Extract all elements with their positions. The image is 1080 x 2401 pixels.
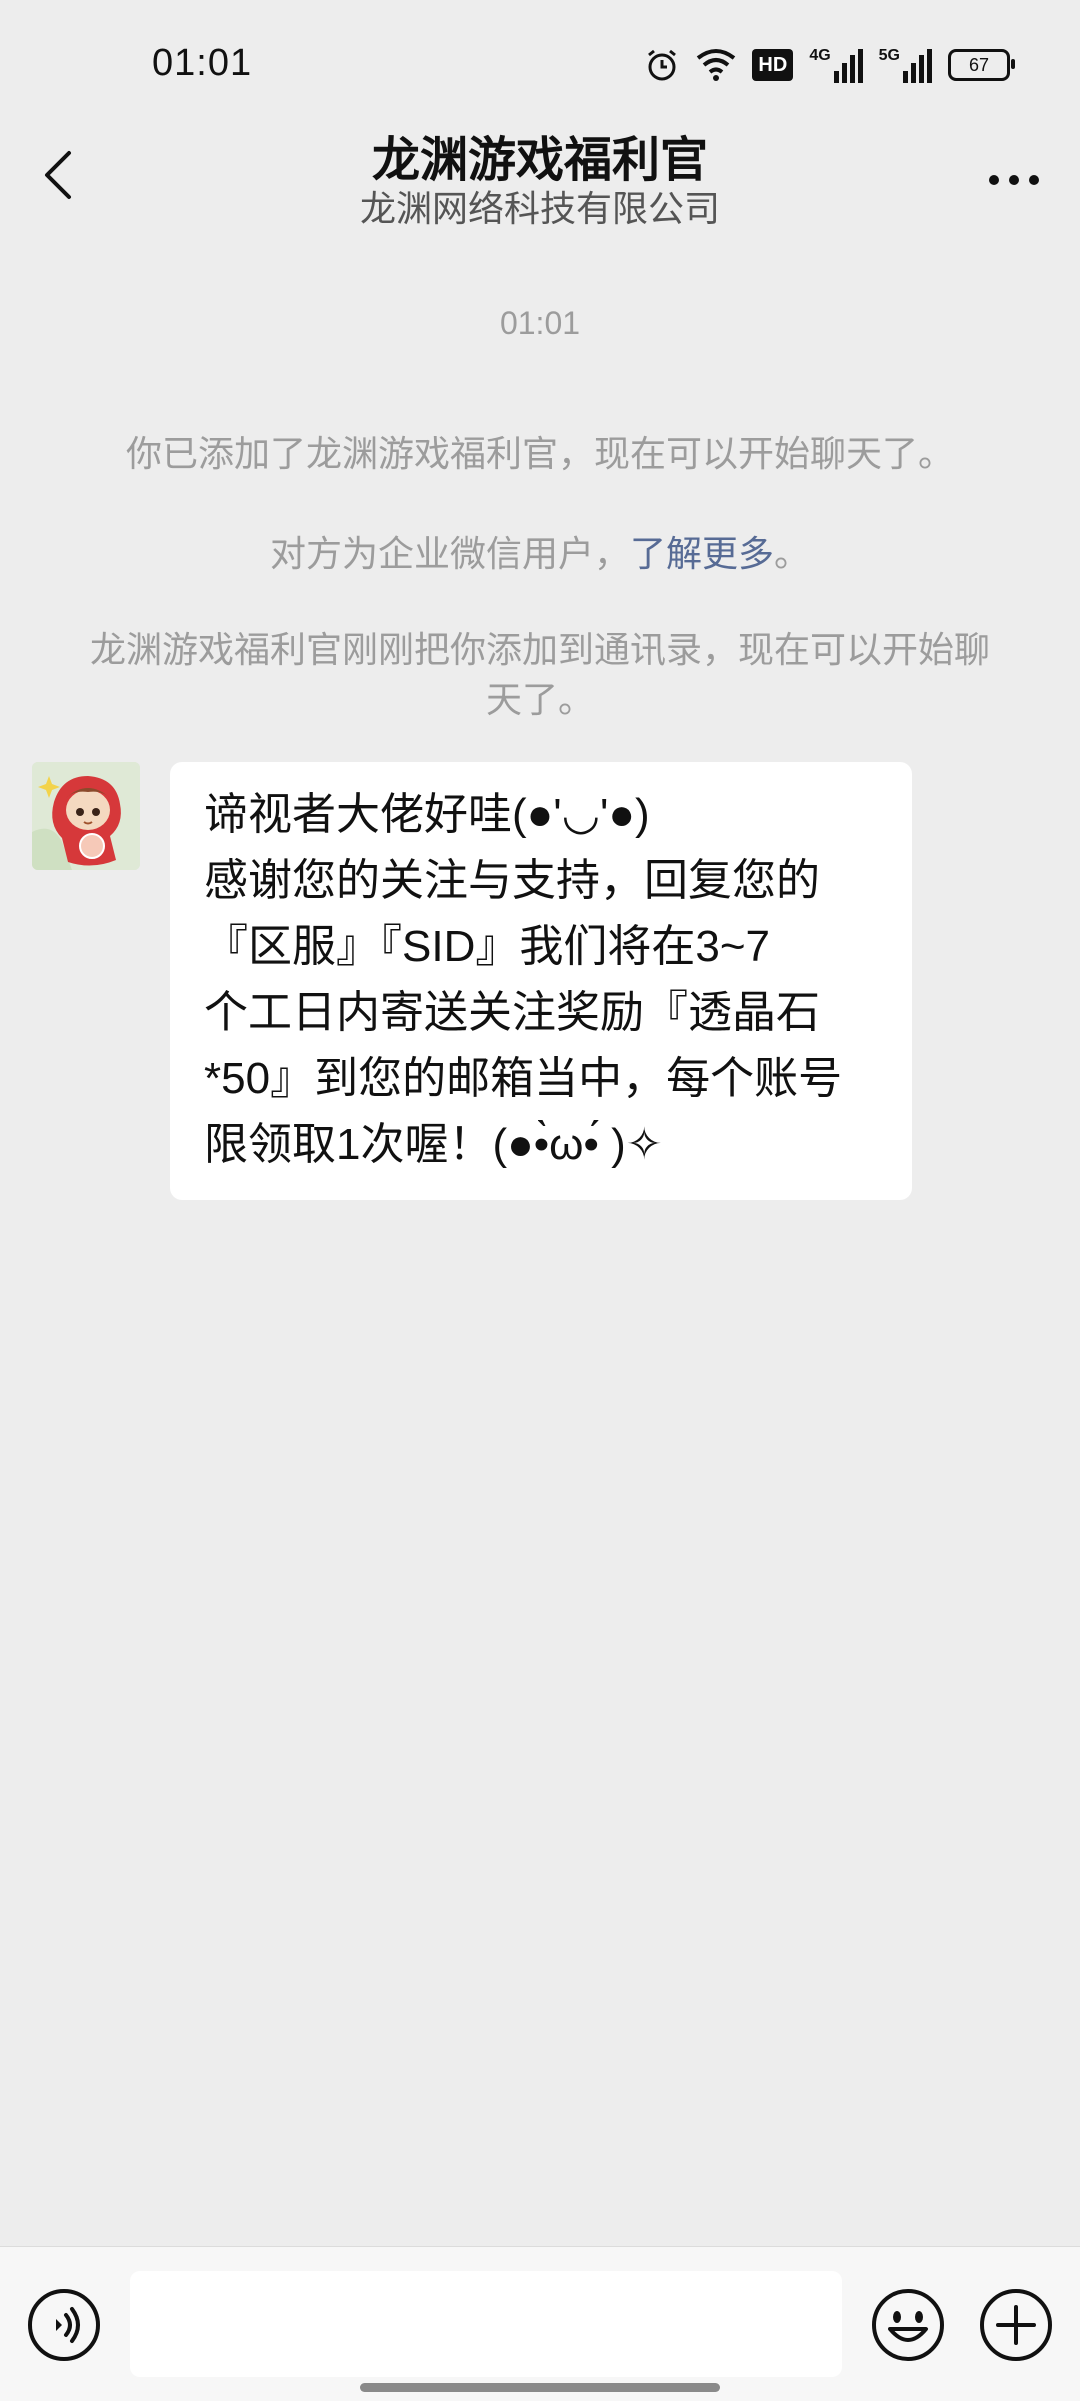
status-icons: HD 4G 5G 67 [644, 44, 1015, 86]
system-message-contact-added: 龙渊游戏福利官刚刚把你添加到通讯录，现在可以开始聊天了。 [89, 629, 990, 720]
message-input[interactable] [130, 2271, 842, 2377]
more-dots-icon [989, 175, 1039, 185]
learn-more-link[interactable]: 了解更多 [630, 533, 774, 574]
4g-label: 4G [809, 47, 831, 64]
emoji-icon [872, 2289, 944, 2361]
battery-level: 67 [968, 54, 990, 75]
more-button[interactable] [974, 150, 1054, 210]
chat-timestamp: 01:01 [499, 305, 581, 341]
message-line: 『区服』『SID』我们将在3~7 [204, 922, 770, 971]
voice-button[interactable] [26, 2287, 102, 2363]
battery-icon: 67 [948, 49, 1015, 81]
plus-button[interactable] [978, 2287, 1054, 2363]
message-line: 谛视者大佬好哇(●'◡'●) [204, 790, 650, 839]
plus-icon [980, 2289, 1052, 2361]
input-bar [0, 2246, 1080, 2401]
system-message-enterprise: 对方为企业微信用户，了解更多。 [0, 525, 1080, 577]
emoji-button[interactable] [870, 2287, 946, 2363]
voice-icon [28, 2289, 100, 2361]
enterprise-prefix: 对方为企业微信用户， [269, 533, 630, 574]
5g-label: 5G [878, 47, 900, 64]
avatar[interactable] [32, 762, 140, 870]
enterprise-suffix: 。 [774, 533, 811, 574]
alarm-icon [648, 49, 677, 81]
message-line: *50』到您的邮箱当中，每个账号 [204, 1054, 843, 1103]
4g-signal-icon: 4G [809, 47, 863, 83]
5g-signal-icon: 5G [879, 47, 932, 83]
message-line: 个工日内寄送关注奖励『透晶石 [204, 988, 820, 1037]
chat-header: 龙渊游戏福利官 龙渊网络科技有限公司 [0, 110, 1080, 240]
wifi-icon [697, 49, 736, 81]
system-message-added: 你已添加了龙渊游戏福利官，现在可以开始聊天了。 [125, 433, 954, 474]
chat-subtitle: 龙渊网络科技有限公司 [359, 188, 720, 229]
avatar-image [32, 762, 140, 870]
home-indicator[interactable] [360, 2383, 720, 2392]
message-line: 限领取1次喔！(●•̀ω•́ )✧ [204, 1120, 663, 1169]
message-line: 感谢您的关注与支持，回复您的 [204, 856, 820, 905]
message-bubble[interactable]: 谛视者大佬好哇(●'◡'●) 感谢您的关注与支持，回复您的 『区服』『SID』我… [170, 762, 912, 1200]
status-time: 01:01 [152, 42, 253, 84]
hd-icon: HD [752, 49, 794, 81]
